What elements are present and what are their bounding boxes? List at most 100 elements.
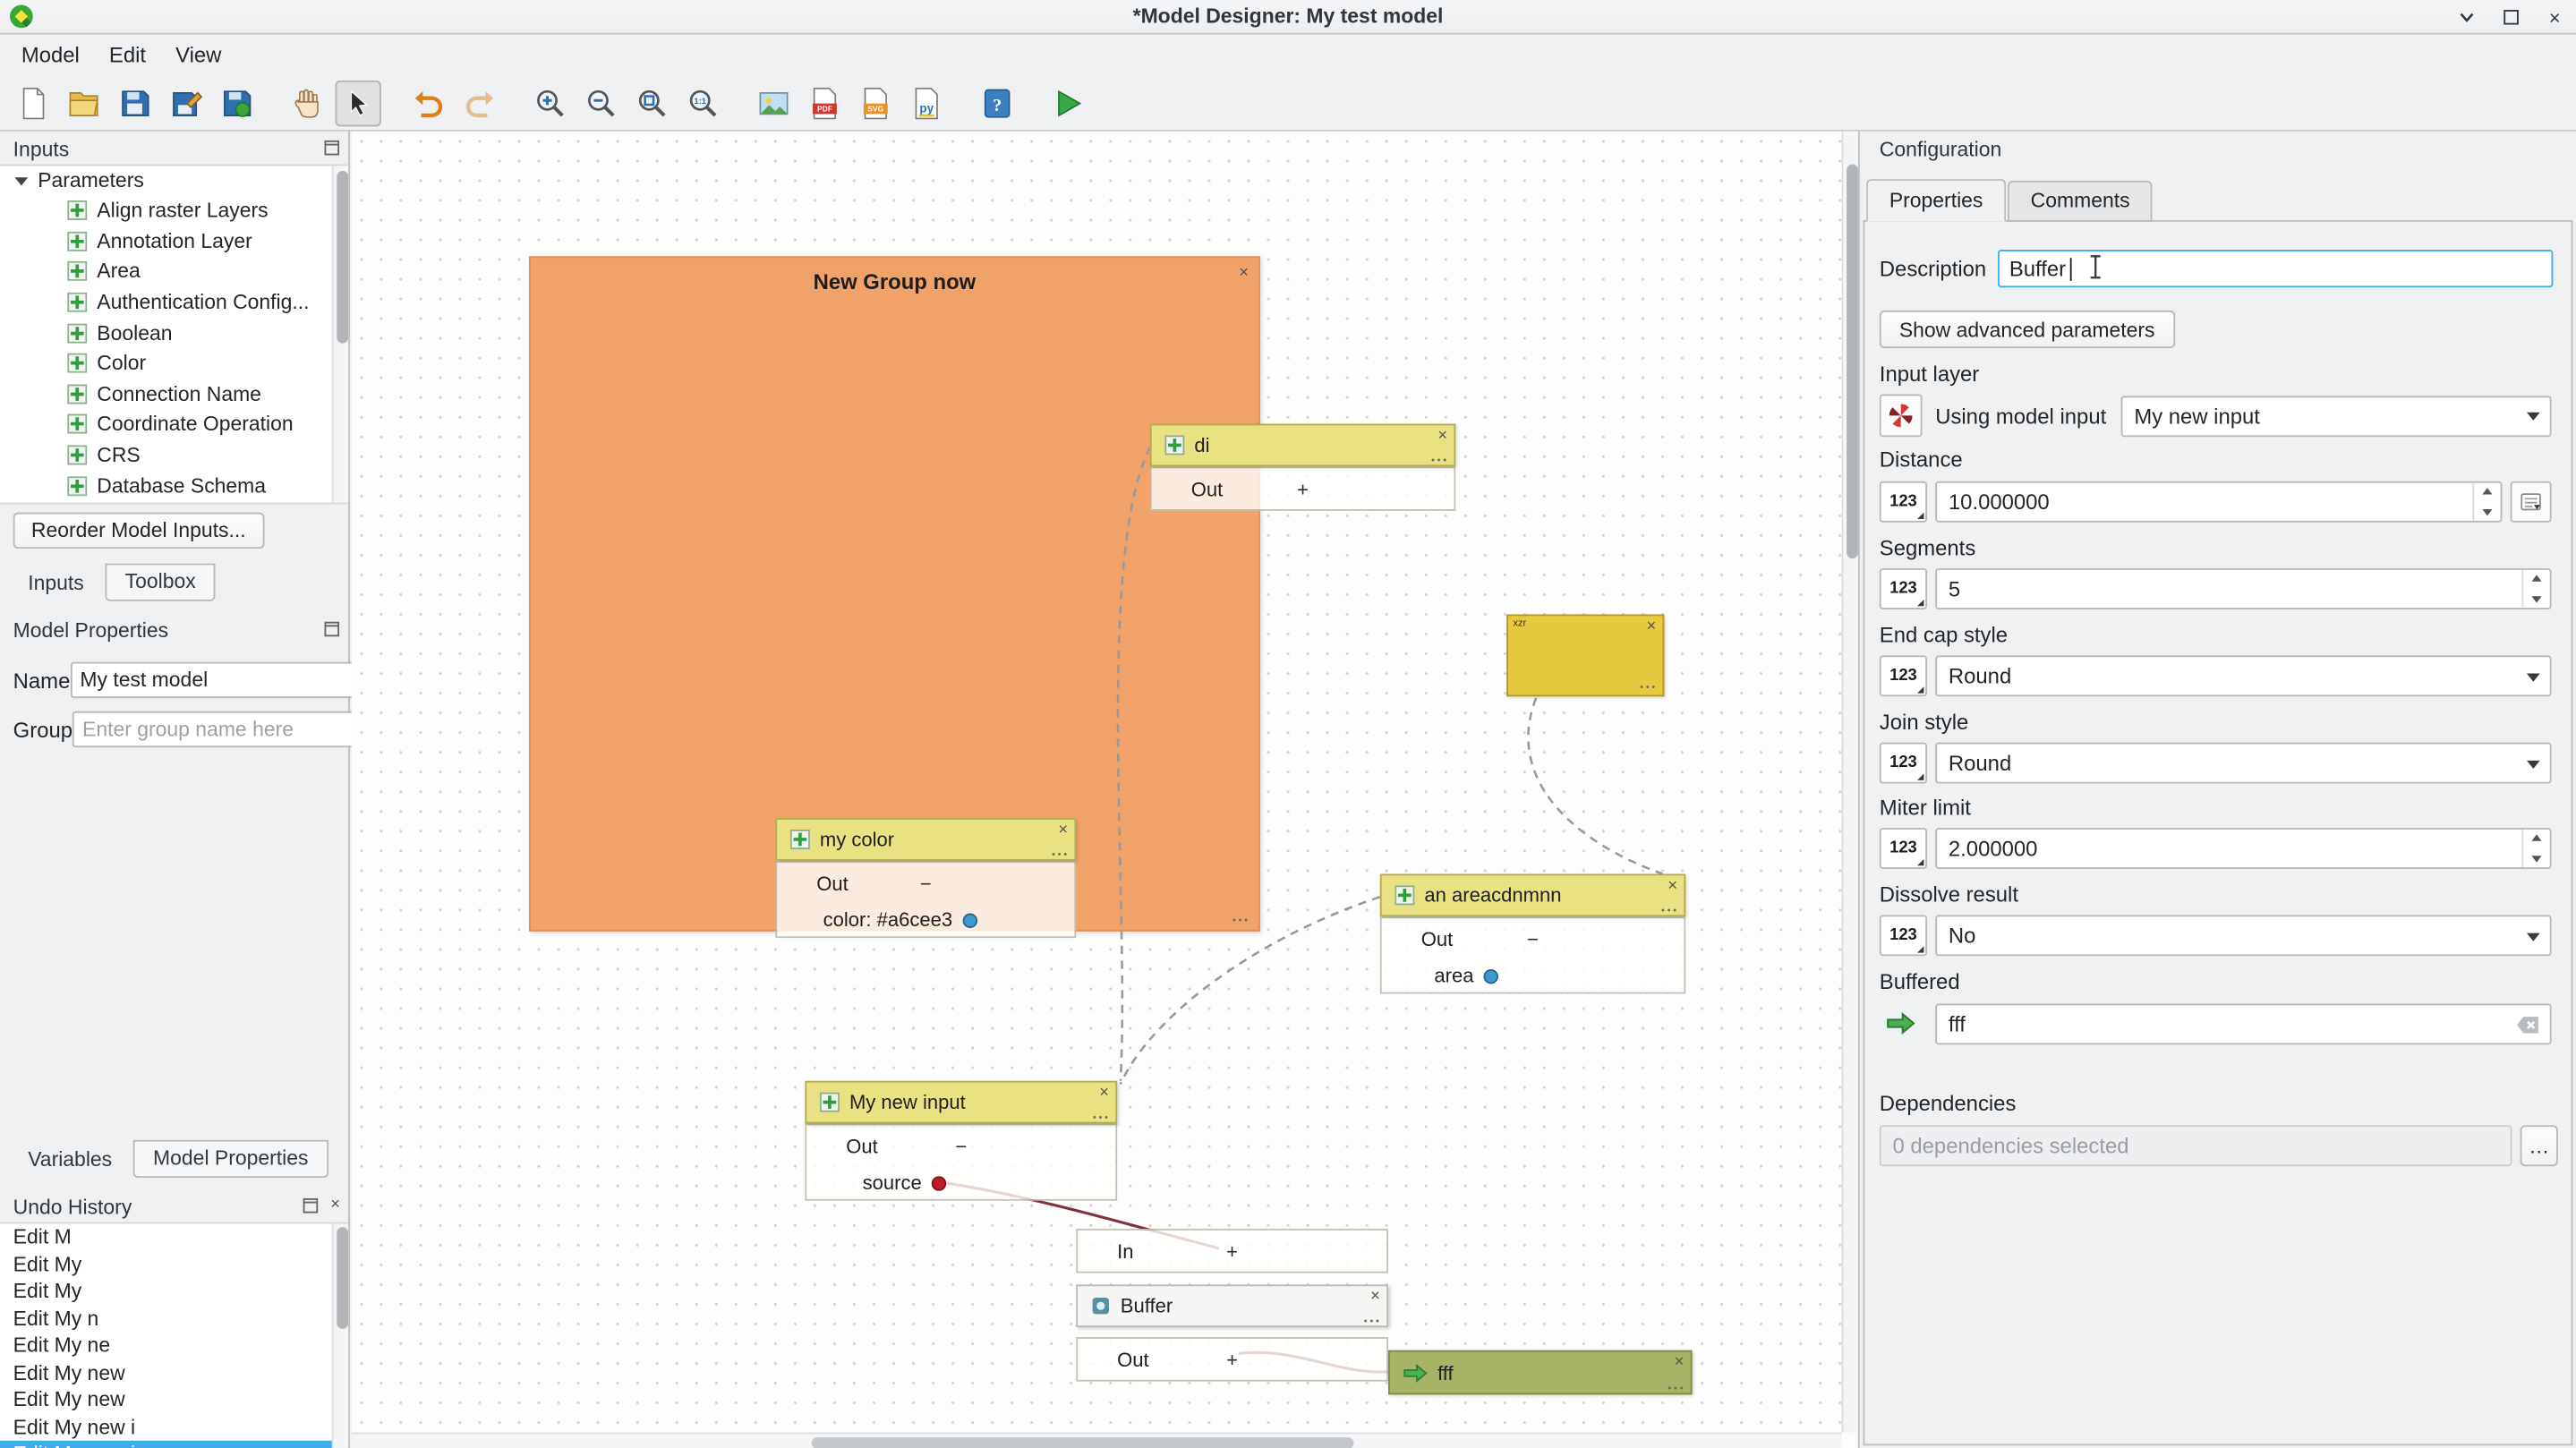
save-model-as-button[interactable] [163, 80, 209, 125]
save-model-in-project-button[interactable] [214, 80, 260, 125]
end-cap-style-combobox[interactable]: Round [1935, 655, 2551, 696]
spin-up-icon[interactable] [2523, 570, 2549, 589]
zoom-out-button[interactable] [578, 80, 624, 125]
param-item-annotation-layer[interactable]: Annotation Layer [0, 226, 348, 257]
maximize-icon[interactable] [2499, 5, 2522, 29]
node-resize-grip[interactable]: ••• [1661, 907, 1679, 916]
model-name-input[interactable] [70, 662, 354, 698]
output-socket[interactable] [1484, 968, 1499, 984]
delete-node-icon[interactable]: × [1058, 822, 1068, 839]
node-resize-grip[interactable]: ••• [1052, 851, 1070, 861]
spin-up-icon[interactable] [2474, 483, 2500, 502]
param-item-color[interactable]: Color [0, 348, 348, 379]
collapse-toggle[interactable]: + [1226, 1239, 1238, 1263]
spin-up-icon[interactable] [2523, 830, 2549, 848]
close-icon[interactable]: × [2543, 5, 2566, 29]
value-source-button[interactable]: 123 [1880, 915, 1927, 956]
dock-float-icon[interactable] [324, 621, 340, 637]
undo-scrollbar[interactable] [332, 1223, 348, 1448]
menu-edit[interactable]: Edit [94, 38, 160, 72]
node-my-new-input[interactable]: My new input × ••• Out− source [805, 1081, 1117, 1201]
undo-item[interactable]: Edit My new i [0, 1413, 348, 1440]
buffered-output-input[interactable]: fff [1935, 1003, 2551, 1044]
collapse-toggle[interactable]: + [1226, 1348, 1238, 1371]
node-my-color[interactable]: my color × ••• Out− color: #a6cee3 [775, 818, 1076, 938]
export-image-button[interactable] [751, 80, 797, 125]
tab-variables[interactable]: Variables [10, 1144, 130, 1179]
input-layer-combobox[interactable]: My new input [2121, 395, 2552, 436]
node-resize-grip[interactable]: ••• [1364, 1317, 1382, 1327]
select-tool-button[interactable] [335, 80, 380, 125]
node-resize-grip[interactable]: ••• [1093, 1113, 1111, 1123]
undo-button[interactable] [405, 80, 451, 125]
description-input[interactable]: Buffer [1998, 250, 2553, 287]
save-model-button[interactable] [112, 80, 158, 125]
tab-model-properties[interactable]: Model Properties [133, 1140, 328, 1178]
param-item-coordinate-operation[interactable]: Coordinate Operation [0, 409, 348, 439]
menu-view[interactable]: View [161, 38, 236, 72]
undo-item[interactable]: Edit M [0, 1223, 348, 1250]
show-advanced-parameters-button[interactable]: Show advanced parameters [1880, 311, 2175, 348]
param-item-crs[interactable]: CRS [0, 439, 348, 470]
zoom-in-button[interactable] [527, 80, 573, 125]
delete-node-icon[interactable]: × [1675, 1353, 1685, 1371]
tree-root-parameters[interactable]: Parameters [0, 166, 348, 195]
value-source-button[interactable]: 123 [1880, 568, 1927, 609]
pan-tool-button[interactable] [285, 80, 330, 125]
delete-node-icon[interactable]: × [1646, 618, 1656, 635]
delete-node-icon[interactable]: × [1099, 1084, 1109, 1102]
spin-buttons[interactable] [2521, 830, 2549, 867]
menu-model[interactable]: Model [6, 38, 94, 72]
undo-item[interactable]: Edit My new [0, 1359, 348, 1386]
export-python-button[interactable]: py [904, 80, 950, 125]
miter-limit-spinbox[interactable]: 2.000000 [1935, 828, 2551, 869]
node-resize-grip[interactable]: ••• [1668, 1384, 1685, 1394]
param-item-database-schema[interactable]: Database Schema [0, 471, 348, 501]
dissolve-result-combobox[interactable]: No [1935, 915, 2551, 956]
value-source-button[interactable]: 123 [1880, 655, 1927, 696]
zoom-full-button[interactable] [629, 80, 675, 125]
value-source-button[interactable]: 123 [1880, 828, 1927, 869]
param-item-align-raster-layers[interactable]: Align raster Layers [0, 195, 348, 226]
reorder-model-inputs-button[interactable]: Reorder Model Inputs... [13, 513, 264, 549]
new-model-button[interactable] [10, 80, 55, 125]
tree-scrollbar[interactable] [332, 166, 348, 502]
tab-properties[interactable]: Properties [1866, 179, 2006, 222]
undo-item[interactable]: Edit My [0, 1251, 348, 1278]
dock-float-icon[interactable] [303, 1197, 319, 1214]
undo-scrollbar-thumb[interactable] [336, 1227, 347, 1329]
node-resize-grip[interactable]: ••• [1640, 684, 1658, 694]
delete-node-icon[interactable]: × [1437, 427, 1447, 445]
join-style-combobox[interactable]: Round [1935, 743, 2551, 784]
tab-comments[interactable]: Comments [2008, 181, 2153, 222]
node-my-new-input-header[interactable]: My new input × ••• [805, 1081, 1117, 1124]
open-model-button[interactable] [61, 80, 107, 125]
dependencies-browse-button[interactable]: … [2521, 1125, 2558, 1166]
node-buffer-header[interactable]: Buffer × ••• [1076, 1284, 1388, 1327]
spin-buttons[interactable] [2521, 570, 2549, 608]
titlebar[interactable]: *Model Designer: My test model × [0, 0, 2576, 35]
collapse-toggle[interactable]: − [955, 1134, 967, 1157]
tab-toolbox[interactable]: Toolbox [106, 564, 216, 601]
param-item-area[interactable]: Area [0, 257, 348, 287]
zoom-actual-button[interactable]: 1:1 [680, 80, 726, 125]
value-source-button[interactable]: 123 [1880, 743, 1927, 784]
segments-spinbox[interactable]: 5 [1935, 568, 2551, 609]
model-group-input[interactable] [73, 711, 357, 747]
param-item-connection-name[interactable]: Connection Name [0, 379, 348, 409]
dependencies-field[interactable]: 0 dependencies selected [1880, 1125, 2512, 1166]
node-fff-header[interactable]: fff × ••• [1388, 1350, 1693, 1395]
distance-spinbox[interactable]: 10.000000 [1935, 481, 2502, 523]
node-resize-grip[interactable]: ••• [1431, 456, 1449, 466]
expander-icon[interactable] [15, 176, 29, 184]
note-box[interactable]: xzr × ••• [1506, 614, 1664, 696]
value-source-button[interactable]: 123 [1880, 481, 1927, 523]
node-di[interactable]: di × ••• Out+ [1150, 424, 1455, 511]
run-model-button[interactable] [1045, 80, 1090, 125]
undo-item[interactable]: Edit My new [0, 1386, 348, 1413]
help-button[interactable]: ? [974, 80, 1019, 125]
output-socket[interactable] [932, 1175, 947, 1190]
iterate-over-layer-button[interactable] [1880, 395, 1923, 438]
tree-scrollbar-thumb[interactable] [336, 171, 347, 344]
node-my-color-header[interactable]: my color × ••• [775, 818, 1076, 861]
